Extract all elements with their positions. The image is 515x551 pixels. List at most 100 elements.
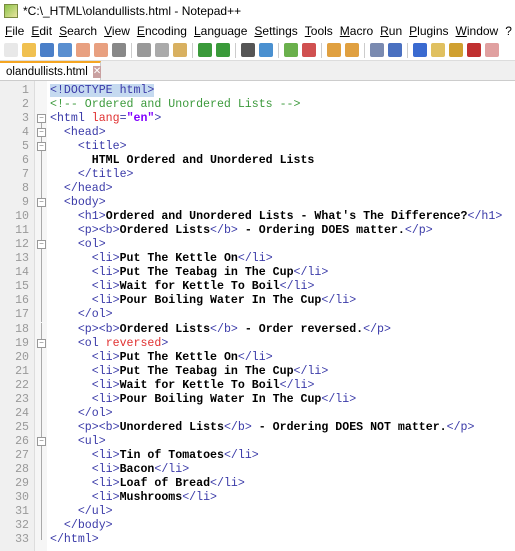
line-number: 1: [22, 84, 29, 97]
menu-encoding[interactable]: Encoding: [135, 24, 192, 38]
show-all-chars-icon[interactable]: [388, 43, 402, 57]
fold-toggle-icon[interactable]: −: [37, 198, 46, 208]
token: >: [154, 112, 162, 126]
line-number: 15: [15, 280, 29, 294]
fold-toggle-icon[interactable]: −: [37, 114, 46, 124]
paste-icon[interactable]: [173, 43, 187, 57]
toolbar-separator: [192, 42, 193, 58]
save-icon[interactable]: [40, 43, 54, 57]
line-number: 28: [15, 462, 29, 476]
fold-toggle-icon[interactable]: −: [37, 240, 46, 250]
code-line: 15 <li>Wait for Kettle To Boil</li>: [0, 280, 515, 295]
code-line: 33 </html>: [0, 532, 515, 547]
menu-tools[interactable]: Tools: [303, 24, 338, 38]
menu-edit[interactable]: Edit: [29, 24, 57, 38]
code-text: </ul>: [50, 505, 113, 519]
code-editor[interactable]: 1 <!DOCTYPE html> 2 <!-- Ordered and Unorde…: [0, 80, 515, 551]
folder-icon[interactable]: [485, 43, 499, 57]
fold-toggle-icon[interactable]: −: [37, 128, 46, 138]
fold-line: [41, 490, 42, 505]
token: Mushrooms: [119, 490, 183, 504]
menu-view[interactable]: View: [102, 24, 135, 38]
new-file-icon[interactable]: [4, 43, 18, 57]
code-line: 5− <title>: [0, 140, 515, 155]
zoom-out-icon[interactable]: [302, 43, 316, 57]
find-icon[interactable]: [241, 43, 255, 57]
menu-plugins[interactable]: Plugins: [407, 24, 453, 38]
sync-h-icon[interactable]: [345, 43, 359, 57]
token: </ul>: [77, 504, 113, 518]
undo-icon[interactable]: [198, 43, 212, 57]
menu-search[interactable]: Search: [57, 24, 102, 38]
close-all-icon[interactable]: [94, 43, 108, 57]
menu-language[interactable]: Language: [192, 24, 252, 38]
replace-icon[interactable]: [259, 43, 273, 57]
menu-macro[interactable]: Macro: [338, 24, 378, 38]
tab-olandullists[interactable]: olandullists.html ✕: [0, 61, 102, 81]
fold-line: [41, 364, 42, 379]
token: </b>: [223, 420, 252, 434]
token: <ol: [77, 336, 106, 350]
token: <title>: [77, 140, 127, 154]
menu-settings[interactable]: Settings: [252, 24, 302, 38]
menu-window[interactable]: Window: [454, 24, 504, 38]
udl-icon[interactable]: [431, 43, 445, 57]
token: lang: [91, 112, 120, 126]
token: Ordered Lists: [119, 322, 211, 336]
copy-icon[interactable]: [155, 43, 169, 57]
toolbar-separator: [278, 42, 279, 58]
code-line: 26− <ul>: [0, 434, 515, 449]
code-text: <head>: [50, 126, 106, 140]
zoom-in-icon[interactable]: [284, 43, 298, 57]
token: <p><b>: [77, 224, 120, 238]
print-icon[interactable]: [112, 43, 126, 57]
fold-toggle-icon[interactable]: −: [37, 142, 46, 152]
token: </li>: [293, 266, 329, 280]
word-wrap-icon[interactable]: [370, 43, 384, 57]
function-list-icon[interactable]: [467, 43, 481, 57]
close-tab-icon[interactable]: ✕: [92, 66, 102, 78]
redo-icon[interactable]: [216, 43, 230, 57]
fold-line: [41, 294, 42, 309]
fold-toggle-icon[interactable]: −: [37, 436, 46, 446]
open-file-icon[interactable]: [22, 43, 36, 57]
token: </p>: [446, 420, 475, 434]
doc-map-icon[interactable]: [449, 43, 463, 57]
fold-toggle-icon[interactable]: −: [37, 338, 46, 348]
menu-run[interactable]: Run: [378, 24, 407, 38]
code-text: <p><b>Ordered Lists</b> - Ordering DOES …: [50, 224, 433, 238]
token: Put The Kettle On: [119, 350, 238, 364]
code-text: </title>: [50, 168, 134, 182]
fold-line: [41, 210, 42, 225]
fold-line: [41, 476, 42, 491]
menu-help[interactable]: ?: [503, 24, 515, 38]
indent-guide-icon[interactable]: [413, 43, 427, 57]
menu-file[interactable]: File: [3, 24, 29, 38]
code-line: 14 <li>Put The Teabag in The Cup</li>: [0, 266, 515, 281]
token: Bacon: [119, 462, 155, 476]
close-icon[interactable]: [76, 43, 90, 57]
sync-v-icon[interactable]: [327, 43, 341, 57]
code-line: 17 </ol>: [0, 308, 515, 323]
code-text: <p><b>Unordered Lists</b> - Ordering DOE…: [50, 420, 475, 435]
code-line: 32 </body>: [0, 518, 515, 533]
tab-label: olandullists.html: [6, 66, 88, 78]
code-text: </html>: [50, 533, 99, 547]
title-bar: *C:\_HTML\olandullists.html - Notepad++: [0, 0, 515, 22]
code-text: <li>Tin of Tomatoes</li>: [50, 449, 259, 463]
fold-line: [41, 448, 42, 463]
save-all-icon[interactable]: [58, 43, 72, 57]
cut-icon[interactable]: [137, 43, 151, 57]
token: </h1>: [467, 210, 503, 224]
code-line: 30 <li>Mushrooms</li>: [0, 490, 515, 505]
code-line: 10 <h1>Ordered and Unordered Lists - Wha…: [0, 210, 515, 225]
